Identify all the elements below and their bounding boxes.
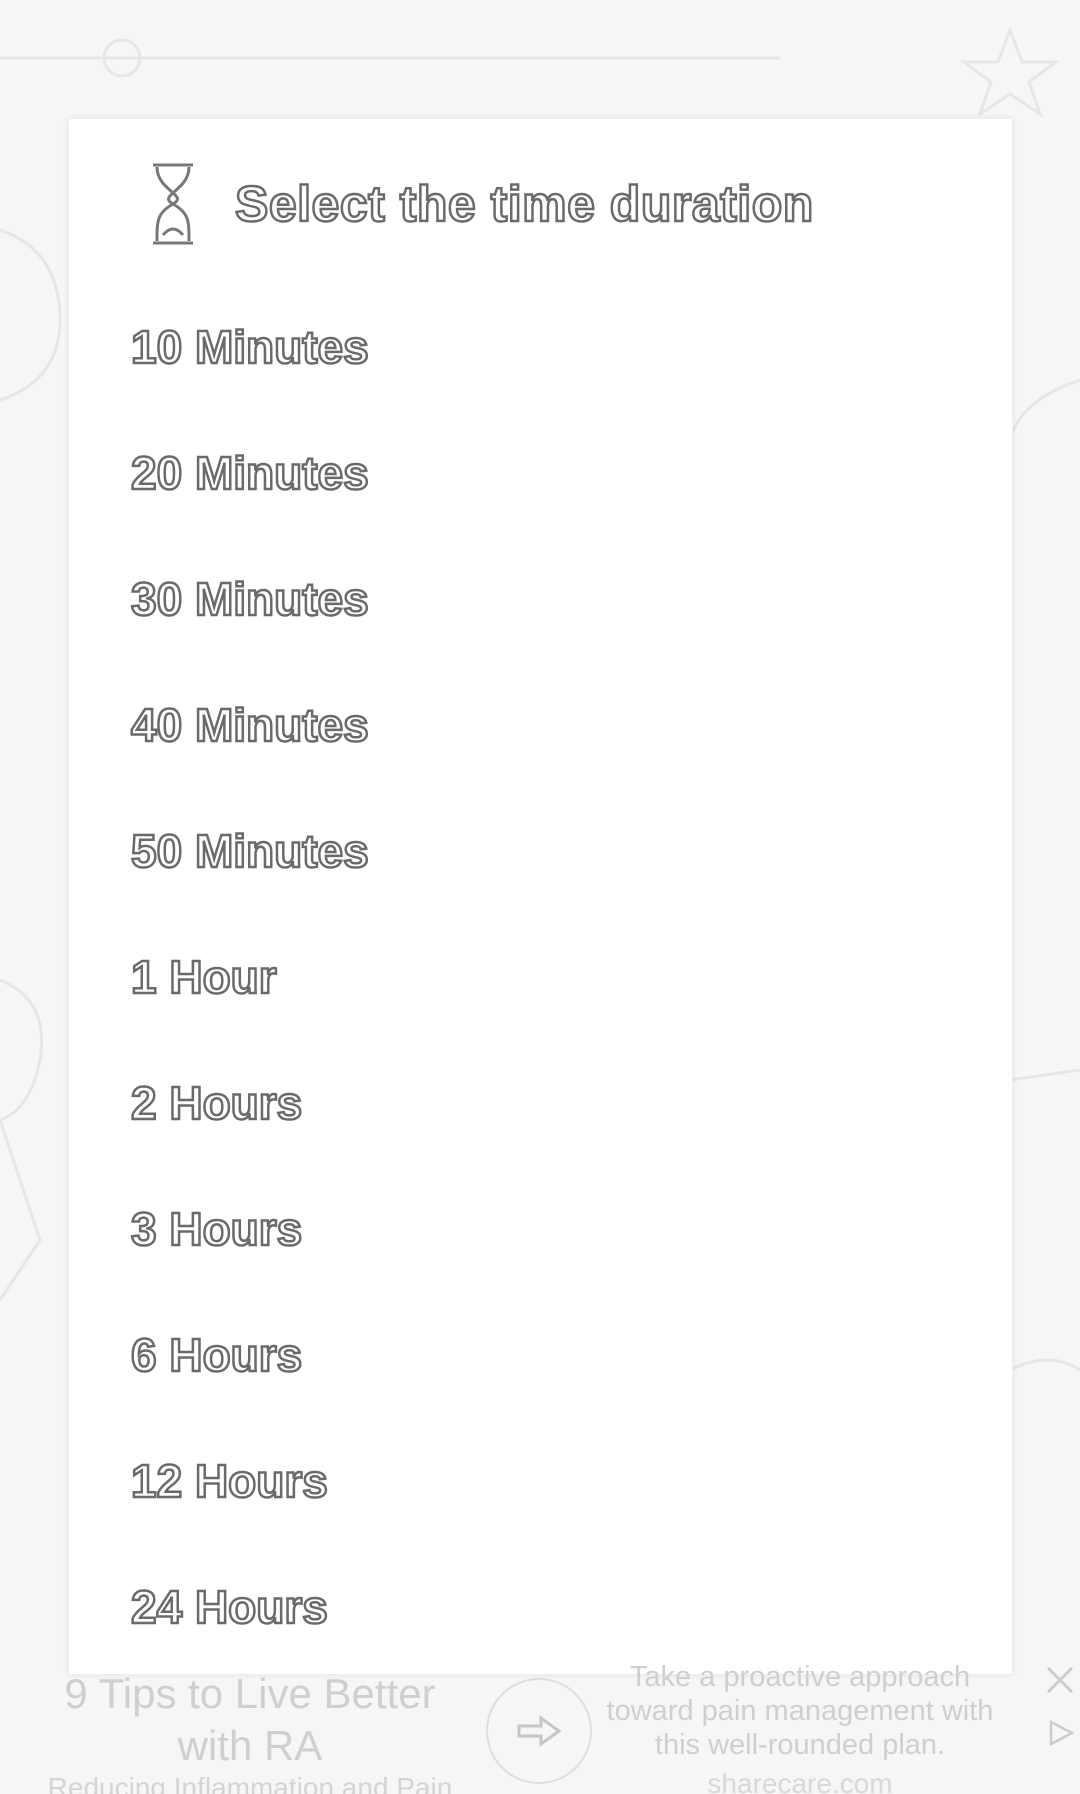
ad-open-button[interactable] bbox=[486, 1678, 592, 1784]
option-30-minutes[interactable]: 30 Minutes bbox=[130, 536, 991, 662]
option-10-minutes[interactable]: 10 Minutes bbox=[130, 284, 991, 410]
ad-body-text[interactable]: Take a proactive approach toward pain ma… bbox=[605, 1660, 995, 1762]
ad-headline[interactable]: 9 Tips to Live Better with RA bbox=[30, 1668, 470, 1772]
option-12-hours[interactable]: 12 Hours bbox=[130, 1418, 991, 1544]
option-20-minutes[interactable]: 20 Minutes bbox=[130, 410, 991, 536]
option-6-hours[interactable]: 6 Hours bbox=[130, 1292, 991, 1418]
option-1-hour[interactable]: 1 Hour bbox=[130, 914, 991, 1040]
option-24-hours[interactable]: 24 Hours bbox=[130, 1544, 991, 1670]
close-icon[interactable] bbox=[1044, 1664, 1076, 1696]
arrow-right-icon bbox=[517, 1715, 561, 1747]
option-2-hours[interactable]: 2 Hours bbox=[130, 1040, 991, 1166]
ad-subheadline[interactable]: Reducing Inflammation and Pain bbox=[20, 1772, 480, 1794]
dialog-title: Select the time duration bbox=[234, 175, 815, 234]
duration-options-list: 10 Minutes 20 Minutes 30 Minutes 40 Minu… bbox=[130, 284, 991, 1670]
ad-banner[interactable]: 9 Tips to Live Better with RA Reducing I… bbox=[0, 1660, 1080, 1794]
option-50-minutes[interactable]: 50 Minutes bbox=[130, 788, 991, 914]
option-3-hours[interactable]: 3 Hours bbox=[130, 1166, 991, 1292]
duration-dialog: Select the time duration 10 Minutes 20 M… bbox=[68, 118, 1013, 1675]
ad-source[interactable]: sharecare.com bbox=[605, 1768, 995, 1794]
option-40-minutes[interactable]: 40 Minutes bbox=[130, 662, 991, 788]
dialog-header: Select the time duration bbox=[149, 159, 815, 249]
hourglass-icon bbox=[153, 163, 193, 245]
adchoices-icon[interactable] bbox=[1046, 1718, 1076, 1748]
